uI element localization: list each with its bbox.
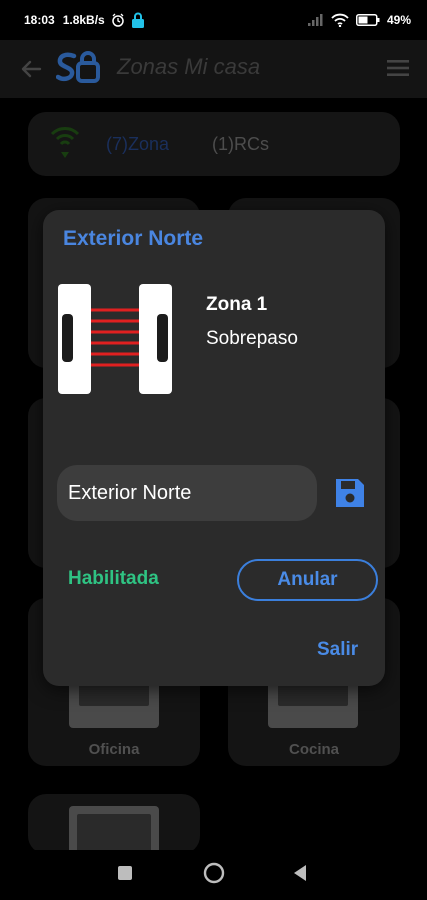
- arrow-left-icon[interactable]: [18, 56, 44, 82]
- status-network-speed: 1.8kB/s: [62, 13, 105, 27]
- status-time: 18:03: [24, 13, 55, 27]
- zone-label: Cocina: [288, 741, 339, 758]
- tab-zonas[interactable]: (7)Zona: [106, 134, 169, 155]
- zone-edit-dialog: Exterior Norte Zona 1 Sobrepaso Habilita…: [43, 210, 385, 686]
- recents-icon[interactable]: [118, 866, 132, 880]
- system-nav-bar: [0, 850, 427, 900]
- door-sensor-icon: [69, 806, 159, 854]
- cell-signal-icon: [307, 14, 323, 26]
- wifi-signal-icon: [50, 127, 80, 158]
- zone-status: Habilitada: [68, 568, 159, 589]
- hamburger-menu-icon[interactable]: [386, 57, 410, 79]
- home-icon[interactable]: [202, 861, 226, 885]
- zone-number: Zona 1: [206, 294, 268, 315]
- dialog-title: Exterior Norte: [63, 227, 204, 250]
- floppy-disk-icon[interactable]: [333, 476, 367, 510]
- back-triangle-icon[interactable]: [292, 864, 308, 882]
- zone-label: Oficina: [88, 741, 140, 758]
- status-right-group: 49%: [307, 13, 411, 27]
- cancel-button[interactable]: Anular: [237, 559, 378, 601]
- tab-rcs[interactable]: (1)RCs: [212, 134, 269, 155]
- app-logo: [56, 51, 100, 83]
- alarm-clock-icon: [111, 13, 124, 27]
- tabs-bar: (7)Zona (1)RCs: [28, 112, 400, 176]
- battery-icon: [355, 14, 380, 26]
- wifi-status-icon: [331, 13, 349, 27]
- battery-percent: 49%: [386, 13, 411, 27]
- lock-icon: [131, 12, 144, 28]
- zone-name-input[interactable]: [57, 465, 317, 521]
- zone-card[interactable]: [28, 794, 200, 854]
- status-bar: 18:03 1.8kB/s 49%: [0, 0, 427, 40]
- exit-button[interactable]: Salir: [317, 639, 358, 661]
- app-title: Zonas Mi casa: [117, 54, 261, 79]
- beam-sensor-icon: [58, 284, 172, 394]
- app-bar: Zonas Mi casa: [0, 40, 427, 98]
- zone-type: Sobrepaso: [206, 328, 298, 349]
